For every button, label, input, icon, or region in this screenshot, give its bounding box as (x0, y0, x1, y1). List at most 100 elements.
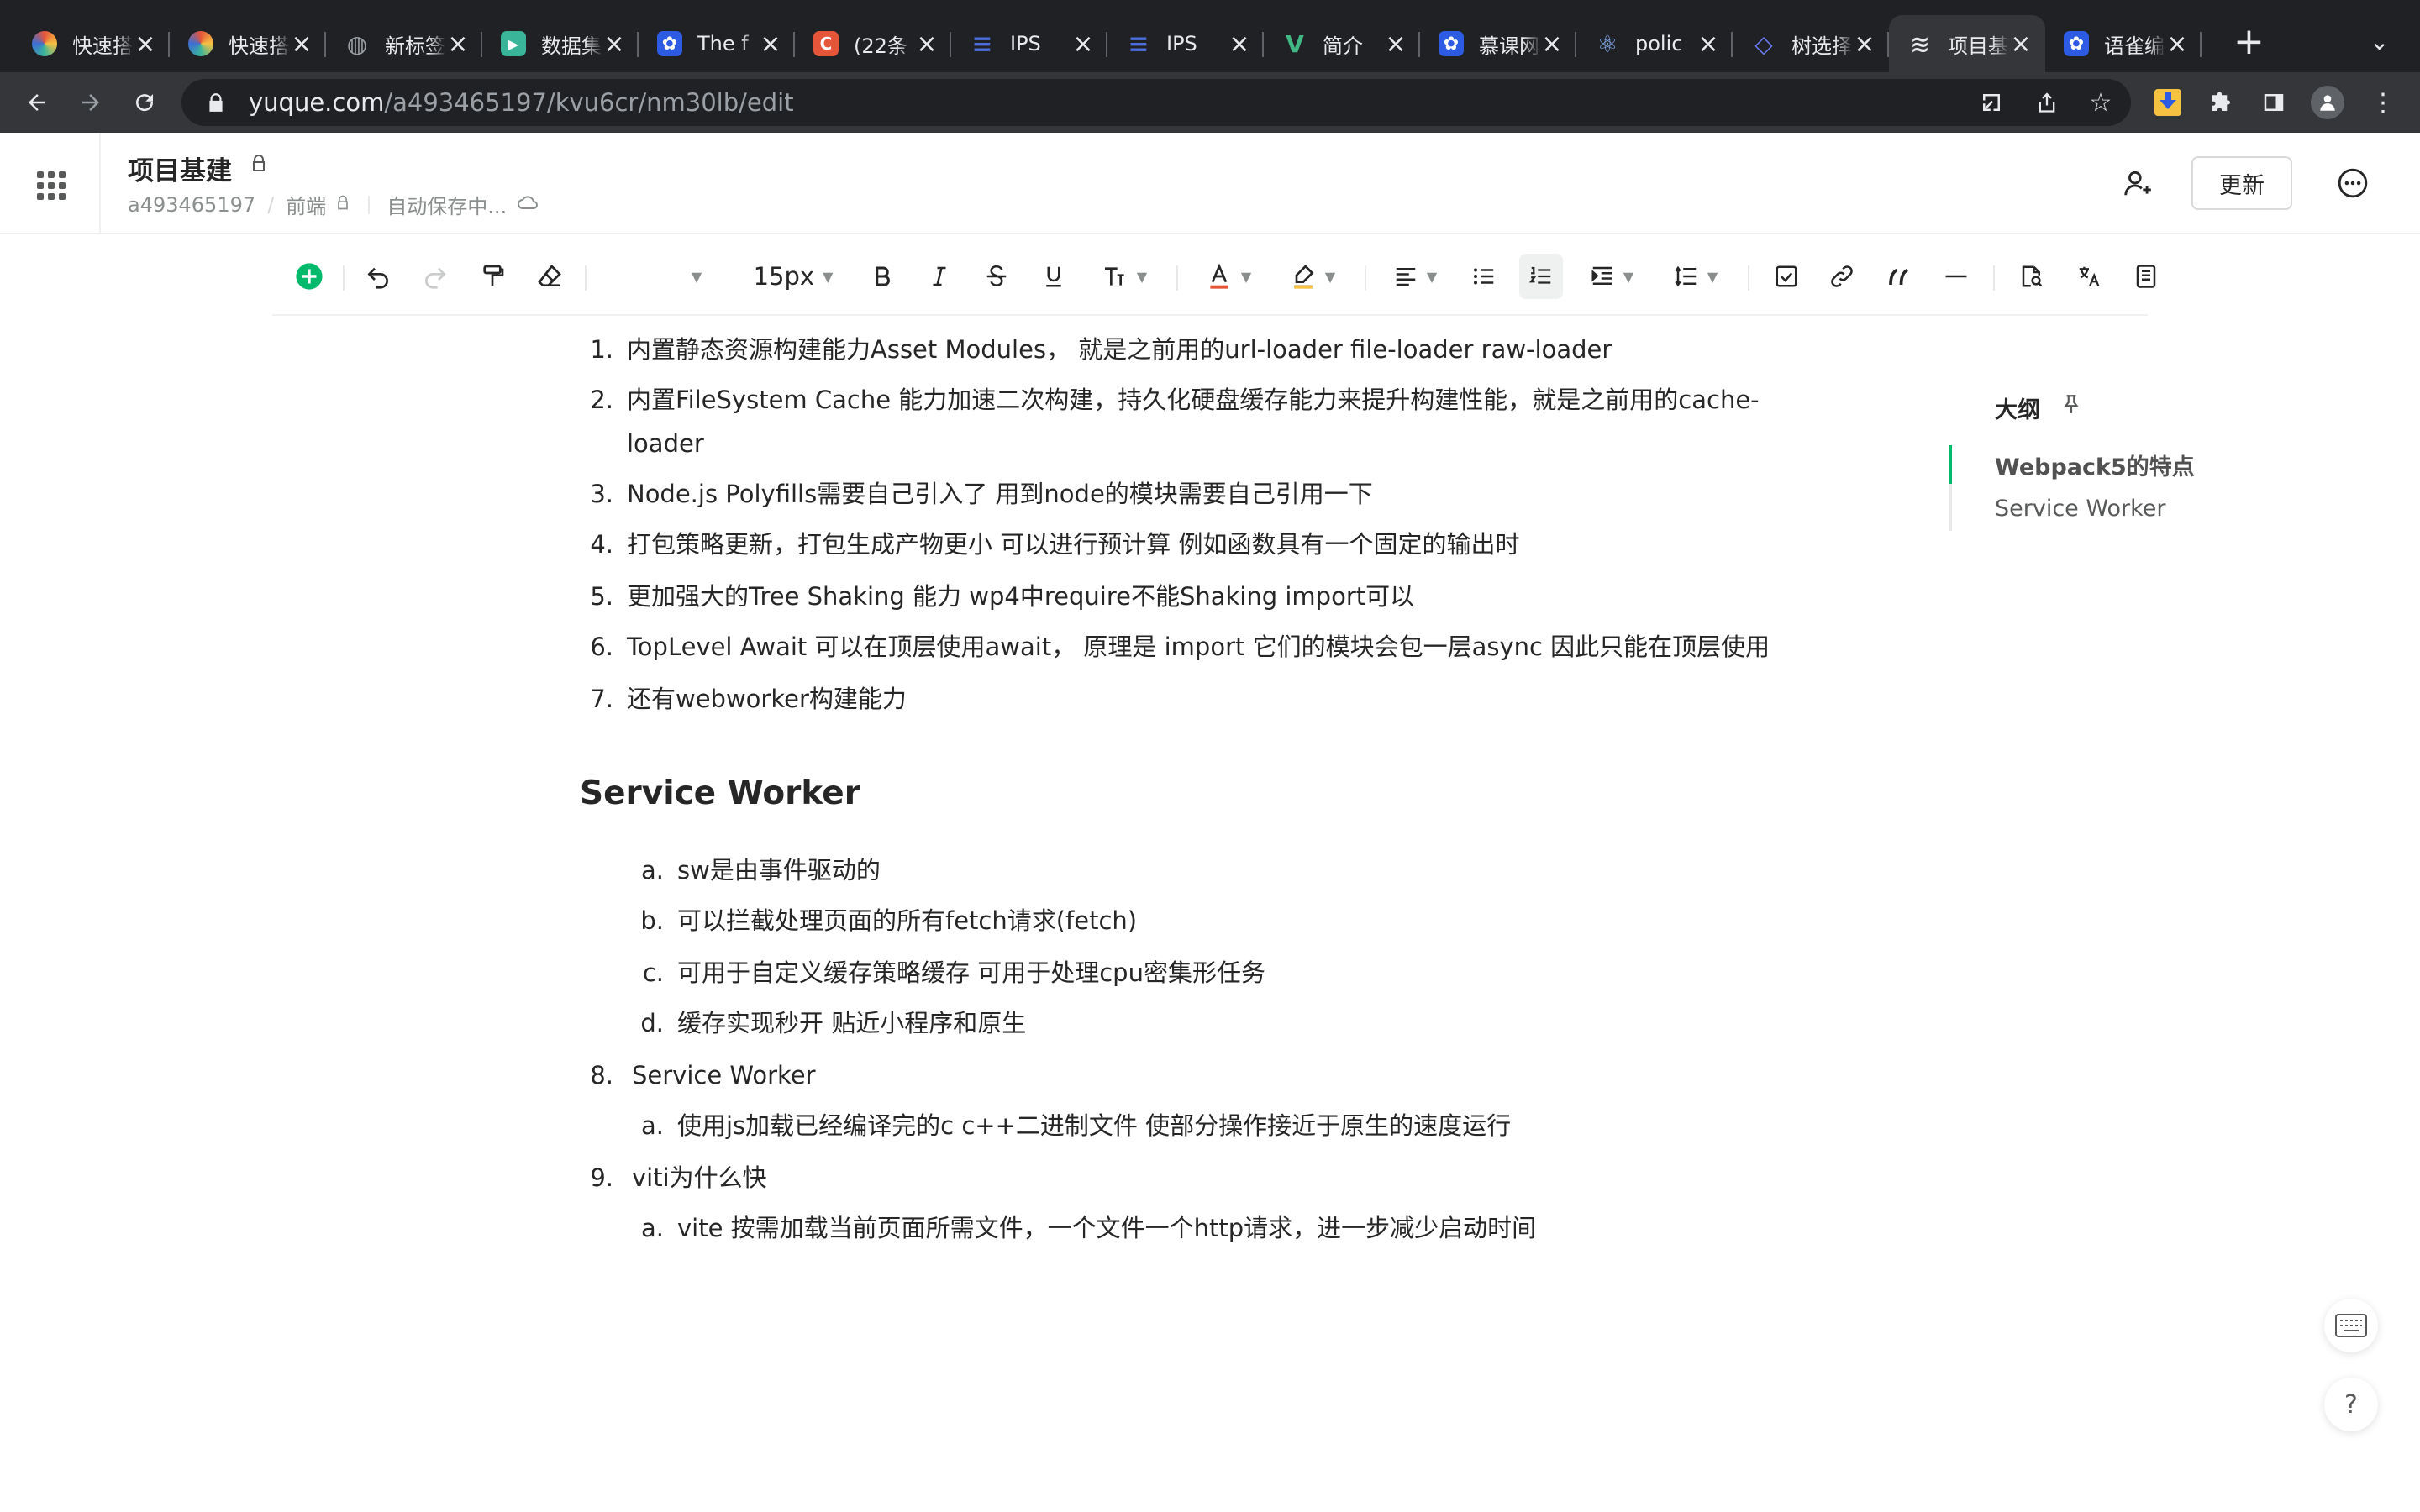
browser-tab[interactable]: ✿ 语雀编 × (2045, 15, 2202, 72)
vue-icon: V (1286, 29, 1304, 58)
format-painter-icon[interactable] (472, 254, 513, 299)
reload-icon[interactable] (124, 82, 165, 123)
heading-service-worker[interactable]: Service Worker (580, 774, 860, 812)
strikethrough-icon[interactable] (976, 254, 1017, 299)
browser-tab[interactable]: ▶ 数据集 × (482, 15, 639, 72)
install-app-icon[interactable] (1970, 81, 2013, 124)
browser-tab[interactable]: ✿ The f × (639, 15, 795, 72)
close-tab-icon[interactable]: × (760, 29, 781, 59)
list-text: TopLevel Await 可以在顶层使用await， 原理是 import … (627, 633, 1770, 661)
close-tab-icon[interactable]: × (291, 29, 313, 59)
bold-icon[interactable] (862, 254, 902, 299)
close-tab-icon[interactable]: × (1854, 29, 1876, 59)
close-tab-icon[interactable]: × (1541, 29, 1563, 59)
url-text[interactable]: yuque.com/a493465197/kvu6cr/nm30lb/edit (249, 88, 794, 117)
list-text: 还有webworker构建能力 (627, 685, 907, 713)
translate-icon[interactable] (2069, 254, 2109, 299)
chevron-down-icon: ▼ (1426, 268, 1438, 285)
browser-tab[interactable]: ≡ IPS × (951, 15, 1107, 72)
browser-tab-title: 慕课网 (1479, 34, 1539, 58)
highlight-color-dropdown[interactable]: ▼ (1277, 254, 1348, 299)
more-options-icon[interactable] (2333, 163, 2373, 203)
close-tab-icon[interactable]: × (603, 29, 625, 59)
browser-tab[interactable]: 快速搭建× (13, 15, 170, 72)
browser-menu-icon[interactable]: ⋮ (2361, 81, 2405, 124)
ordered-list-icon[interactable] (1519, 254, 1563, 299)
close-tab-icon[interactable]: × (1385, 29, 1407, 59)
browser-tab[interactable]: C (22条 × (795, 15, 951, 72)
add-collaborator-icon[interactable] (2118, 163, 2158, 203)
browser-tab-title: 数据集 (541, 34, 602, 58)
browser-tab[interactable]: 快速搭建× (170, 15, 326, 72)
document-title[interactable]: 项目基建 (128, 150, 232, 187)
undo-icon[interactable] (358, 254, 398, 299)
breadcrumb-book[interactable]: 前端 (286, 190, 326, 219)
close-tab-icon[interactable]: × (916, 29, 938, 59)
pin-icon[interactable] (2060, 393, 2082, 421)
share-icon[interactable] (2025, 81, 2069, 124)
help-question-icon[interactable]: ? (2324, 1378, 2378, 1431)
insert-plus-icon[interactable] (289, 254, 329, 299)
address-bar[interactable]: yuque.com/a493465197/kvu6cr/nm30lb/edit (182, 79, 2131, 126)
outline-item-webpack5[interactable]: Webpack5的特点 (1995, 449, 2195, 481)
browser-tab[interactable]: ⚛ polic × (1576, 15, 1733, 72)
outline-item-service-worker[interactable]: Service Worker (1995, 496, 2166, 522)
downloader-extension-icon[interactable] (2146, 81, 2190, 124)
list-text: 内置静态资源构建能力Asset Modules， 就是之前用的url-loade… (627, 335, 1612, 364)
close-tab-icon[interactable]: × (1697, 29, 1719, 59)
close-tab-icon[interactable]: × (2010, 29, 2032, 59)
bookmark-star-icon[interactable]: ☆ (2079, 81, 2123, 124)
checkbox-task-icon[interactable] (1766, 254, 1807, 299)
document-template-icon[interactable] (2126, 254, 2166, 299)
divider-line-icon[interactable] (1936, 254, 1976, 299)
diamond-code-icon: ◇ (1754, 29, 1773, 58)
close-tab-icon[interactable]: × (1228, 29, 1250, 59)
browser-tab[interactable]: ◇ 树选择 × (1733, 15, 1889, 72)
quote-icon[interactable] (1879, 254, 1919, 299)
browser-tab[interactable]: V 简介 × (1264, 15, 1420, 72)
indent-dropdown[interactable]: ▼ (1576, 254, 1647, 299)
profile-avatar-icon[interactable] (2306, 81, 2349, 124)
bullet-list-icon[interactable] (1464, 254, 1504, 299)
side-panel-icon[interactable] (2252, 81, 2296, 124)
breadcrumb-user[interactable]: a493465197 (128, 193, 255, 217)
outline-title: 大纲 (1995, 397, 2040, 423)
update-button[interactable]: 更新 (2191, 156, 2292, 210)
close-tab-icon[interactable]: × (2166, 29, 2188, 59)
font-size-dropdown[interactable]: 15px ▼ (743, 254, 844, 299)
browser-tab[interactable]: ◍ 新标签页× (326, 15, 482, 72)
lock-icon[interactable] (205, 92, 227, 113)
clear-format-eraser-icon[interactable] (529, 254, 570, 299)
forward-arrow-icon[interactable] (71, 82, 111, 123)
line-height-dropdown[interactable]: ▼ (1660, 254, 1731, 299)
back-arrow-icon[interactable] (17, 82, 57, 123)
csdn-c-icon: C (813, 31, 839, 56)
app-grid-icon[interactable] (29, 163, 69, 203)
list-text: 可用于自定义缓存策略缓存 可用于处理cpu密集形任务 (677, 958, 1265, 987)
browser-tab-title: 树选择 (1791, 34, 1852, 58)
tab-search-chevron-icon[interactable]: ⌄ (2370, 20, 2389, 64)
paragraph-style-dropdown[interactable]: ▼ (659, 254, 726, 299)
keyboard-shortcuts-icon[interactable] (2324, 1299, 2378, 1352)
browser-tab[interactable]: ✿ 慕课网 × (1420, 15, 1576, 72)
extensions-puzzle-icon[interactable] (2200, 81, 2244, 124)
new-tab-button[interactable]: + (2233, 20, 2265, 64)
browser-tab[interactable]: ≡ IPS × (1107, 15, 1264, 72)
align-dropdown[interactable]: ▼ (1380, 254, 1450, 299)
toolbar-separator (585, 265, 587, 291)
text-effects-dropdown[interactable]: ▼ (1089, 254, 1160, 299)
close-tab-icon[interactable]: × (447, 29, 469, 59)
underline-icon[interactable] (1034, 254, 1074, 299)
chevron-down-icon: ▼ (823, 268, 834, 285)
close-tab-icon[interactable]: × (134, 29, 156, 59)
redo-icon[interactable] (415, 254, 455, 299)
find-replace-icon[interactable] (2012, 254, 2052, 299)
browser-tab[interactable]: ≋ 项目基建× (1889, 15, 2045, 72)
list-number: 6. (590, 633, 613, 661)
close-tab-icon[interactable]: × (1072, 29, 1094, 59)
italic-icon[interactable] (919, 254, 960, 299)
font-color-dropdown[interactable]: ▼ (1193, 254, 1264, 299)
link-icon[interactable] (1822, 254, 1862, 299)
list-number: 1. (590, 335, 613, 364)
toolbar-separator (1993, 265, 1995, 291)
